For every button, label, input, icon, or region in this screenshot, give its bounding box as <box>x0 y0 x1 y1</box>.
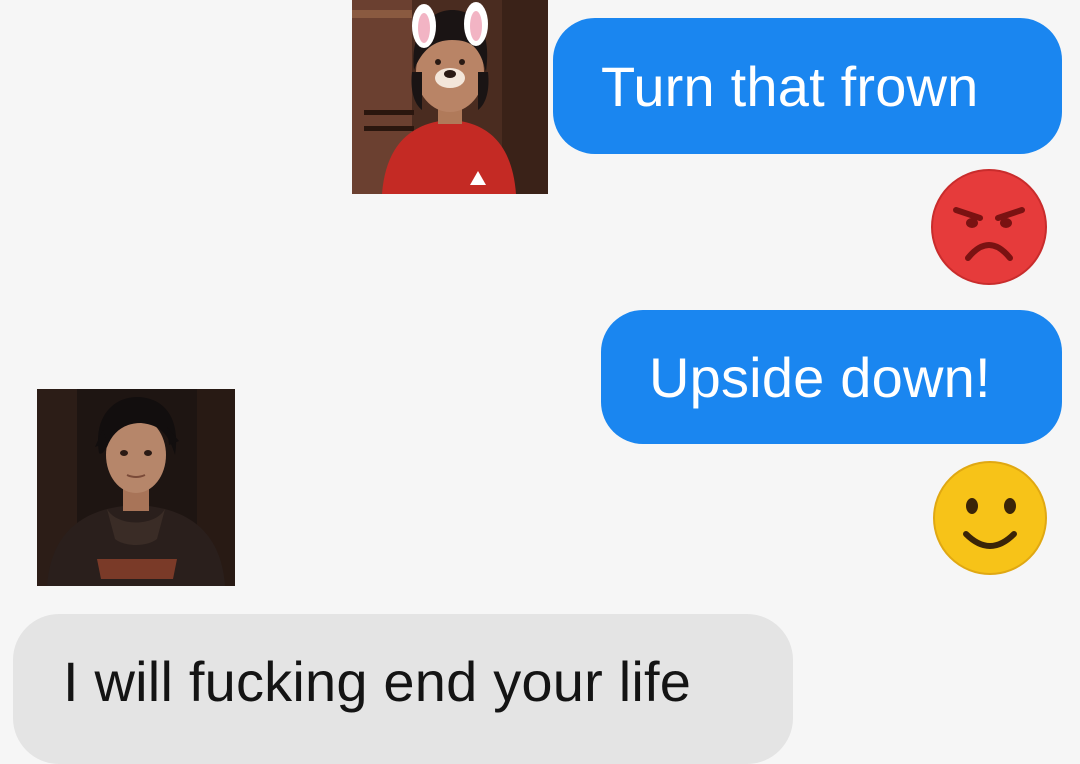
message-text: Upside down! <box>649 345 991 409</box>
avatar-bunny-filter-kid <box>352 0 548 194</box>
hooded-teen-image-icon <box>37 389 235 586</box>
bunny-filter-kid-image-icon <box>352 0 548 194</box>
avatar-hooded-teen <box>37 389 235 586</box>
smiling-face-icon <box>930 460 1050 576</box>
message-text: I will fucking end your life <box>63 649 692 713</box>
angry-face-icon <box>928 168 1050 286</box>
outgoing-message-bubble[interactable]: Turn that frown <box>553 18 1062 154</box>
outgoing-message-bubble[interactable]: Upside down! <box>601 310 1062 444</box>
message-text: Turn that frown <box>601 54 979 118</box>
